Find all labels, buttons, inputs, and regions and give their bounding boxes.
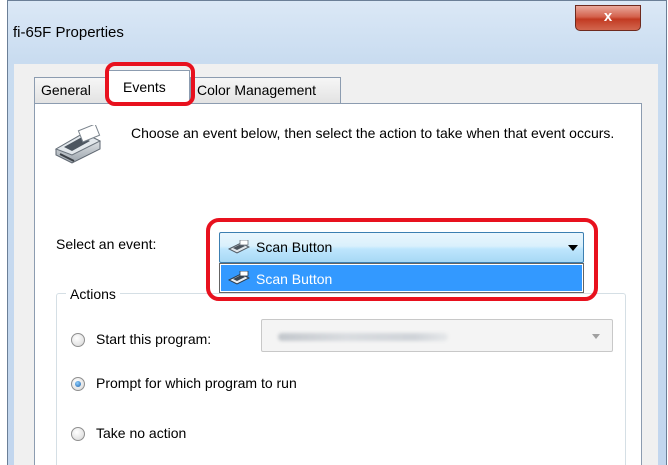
program-select-value bbox=[278, 333, 448, 341]
prompt-program-label: Prompt for which program to run bbox=[96, 375, 297, 391]
close-button[interactable]: x bbox=[575, 5, 641, 31]
select-event-label: Select an event: bbox=[56, 236, 157, 252]
no-action-label: Take no action bbox=[96, 425, 187, 441]
scanner-icon bbox=[54, 125, 102, 164]
close-icon: x bbox=[603, 8, 613, 25]
start-program-label: Start this program: bbox=[96, 331, 212, 347]
tab-events-highlight bbox=[105, 62, 195, 106]
window-title: fi-65F Properties bbox=[13, 24, 124, 41]
program-select bbox=[261, 319, 613, 352]
start-program-radio[interactable] bbox=[71, 333, 85, 347]
actions-group-title: Actions bbox=[66, 286, 120, 302]
intro-text: Choose an event below, then select the a… bbox=[131, 125, 615, 141]
event-dropdown-highlight bbox=[206, 218, 598, 301]
no-action-radio[interactable] bbox=[71, 427, 85, 441]
chevron-down-icon bbox=[592, 334, 600, 339]
tab-general-label: General bbox=[41, 82, 91, 98]
tab-color-management[interactable]: Color Management bbox=[190, 77, 341, 104]
tab-general[interactable]: General bbox=[34, 77, 112, 104]
prompt-program-radio[interactable] bbox=[71, 377, 85, 391]
tab-color-management-label: Color Management bbox=[197, 82, 317, 98]
